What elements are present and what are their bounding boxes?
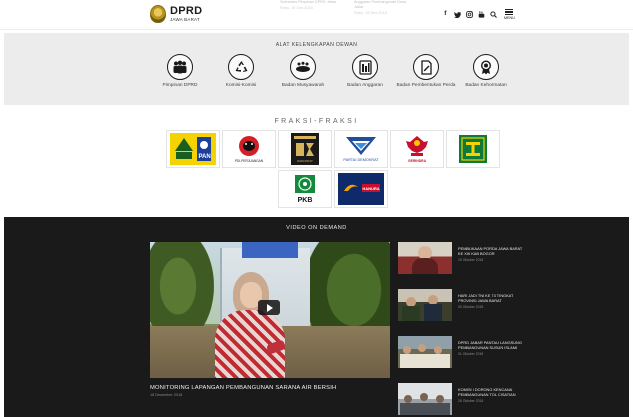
akd-label: Badan Anggaran xyxy=(347,83,383,88)
party-nasdem-hanura[interactable]: HANURA xyxy=(334,170,388,208)
video-thumbnail[interactable] xyxy=(398,242,452,274)
demokrat-logo: DEMOKRAT xyxy=(282,133,328,165)
video-list-title[interactable]: DPRD JABAR PANTAU LANGSUNG PEMBANGUNAN S… xyxy=(458,340,524,350)
video-list-date: 15 Oktober 2018 xyxy=(458,258,484,262)
demokrat-label: DEMOKRAT xyxy=(297,159,313,163)
akd-item-anggaran[interactable]: Badan Anggaran xyxy=(335,54,395,88)
header-actions: f MENU xyxy=(442,9,515,20)
party-gerindra[interactable]: GERINDRA xyxy=(390,130,444,168)
ticker-title: Anggaran Pembangunan Desa Jabar xyxy=(354,0,407,9)
akd-item-komisi[interactable]: Komisi-Komisi xyxy=(211,54,271,88)
akd-item-kehormatan[interactable]: Badan Kehormatan xyxy=(456,54,516,88)
budget-icon xyxy=(352,54,378,80)
video-list-date: 05 Oktober 2018 xyxy=(458,305,484,309)
video-list-text: PEMBUKAAN PORDA JAWA BARAT KE XIII KAB B… xyxy=(458,246,524,262)
logo-title: DPRD xyxy=(170,4,203,17)
video-list-item[interactable]: HARI JADI TNI KE 73 TINGKAT PROVINSI JAW… xyxy=(398,289,528,321)
ticker-item[interactable]: Sekretaris Pimpinan DPRD Jabar Rabu, 19 … xyxy=(280,0,342,28)
akd-item-musyawarah[interactable]: Badan Musyawarah xyxy=(273,54,333,88)
main-video-caption: MONITORING LAPANGAN PEMBANGUNAN SARANA A… xyxy=(150,385,400,397)
search-icon[interactable] xyxy=(490,11,497,18)
facebook-icon[interactable]: f xyxy=(442,11,449,18)
pkb-logo: PKB xyxy=(282,173,328,205)
gerindra-logo: GERINDRA xyxy=(394,133,440,165)
logo-text: DPRD JAWA BARAT xyxy=(170,4,203,23)
video-list-item[interactable]: PEMBUKAAN PORDA JAWA BARAT KE XIII KAB B… xyxy=(398,242,528,274)
ppp-logo xyxy=(450,133,496,165)
main-video-title[interactable]: MONITORING LAPANGAN PEMBANGUNAN SARANA A… xyxy=(150,385,400,391)
logo-subtitle: JAWA BARAT xyxy=(170,16,200,22)
recycle-icon xyxy=(228,54,254,80)
group-icon xyxy=(167,54,193,80)
party-partai-demokrat[interactable]: PARTAI DEMOKRAT xyxy=(334,130,388,168)
emblem-icon xyxy=(150,5,166,23)
ticker-title: Sekretaris Pimpinan DPRD Jabar xyxy=(280,0,337,4)
pkb-label: PKB xyxy=(298,197,313,204)
svg-text:PAN: PAN xyxy=(199,154,211,160)
nasdem-label: HANURA xyxy=(362,186,379,191)
menu-button[interactable]: MENU xyxy=(504,9,515,20)
menu-label: MENU xyxy=(503,16,515,20)
video-thumbnail[interactable] xyxy=(398,336,452,368)
akd-item-perda[interactable]: Badan Pembentukan Perda xyxy=(396,54,456,88)
party-pdip[interactable]: PDI-PERJUANGAN xyxy=(222,130,276,168)
video-list-date: 01 Oktober 2018 xyxy=(458,352,484,356)
video-subject xyxy=(215,272,287,378)
hamburger-icon xyxy=(505,9,514,15)
site-header: DPRD JAWA BARAT Sekretaris Pimpinan DPRD… xyxy=(0,0,633,30)
golkar-pan-logo: PAN xyxy=(170,133,216,165)
video-list-item[interactable]: KOMISI I DORONG KENCANA PEMBANGUNAN TOL … xyxy=(398,383,528,415)
news-ticker: Sekretaris Pimpinan DPRD Jabar Rabu, 19 … xyxy=(280,0,430,28)
partai-demokrat-logo: PARTAI DEMOKRAT xyxy=(338,133,384,165)
pdip-logo: PDI-PERJUANGAN xyxy=(226,133,272,165)
nasdem-hanura-logo: HANURA xyxy=(338,173,384,205)
video-list-item[interactable]: DPRD JABAR PANTAU LANGSUNG PEMBANGUNAN S… xyxy=(398,336,528,368)
partai-demokrat-label: PARTAI DEMOKRAT xyxy=(343,158,379,162)
ticker-item[interactable]: Anggaran Pembangunan Desa Jabar Rabu, 19… xyxy=(354,0,416,28)
akd-title: ALAT KELENGKAPAN DEWAN xyxy=(275,42,358,48)
akd-label: Pimpinan DPRD xyxy=(162,83,198,88)
medal-icon xyxy=(473,54,499,80)
akd-item-pimpinan[interactable]: Pimpinan DPRD xyxy=(150,54,210,88)
party-demokrat-hanura[interactable]: DEMOKRAT xyxy=(278,130,332,168)
meeting-icon xyxy=(290,54,316,80)
akd-label: Badan Pembentukan Perda xyxy=(396,83,456,88)
video-thumbnail[interactable] xyxy=(398,289,452,321)
video-list-date: 26 Oktober 2018 xyxy=(458,399,484,403)
akd-label: Badan Musyawarah xyxy=(281,83,325,88)
twitter-icon[interactable] xyxy=(453,11,461,18)
party-ppp[interactable] xyxy=(446,130,500,168)
main-video-date: 18 Desember 2018 xyxy=(150,393,183,397)
site-logo[interactable]: DPRD JAWA BARAT xyxy=(150,5,202,23)
video-list-title[interactable]: PEMBUKAAN PORDA JAWA BARAT KE XIII KAB B… xyxy=(458,246,524,256)
ticker-date: Rabu, 19 Des 2018 xyxy=(354,11,387,15)
gerindra-label: GERINDRA xyxy=(408,159,427,163)
video-list-text: HARI JADI TNI KE 73 TINGKAT PROVINSI JAW… xyxy=(458,293,524,309)
video-list-text: KOMISI I DORONG KENCANA PEMBANGUNAN TOL … xyxy=(458,387,524,403)
ticker-date: Rabu, 19 Des 2018 xyxy=(280,6,313,10)
akd-section: ALAT KELENGKAPAN DEWAN Pimpinan DPRD Kom… xyxy=(4,33,629,105)
pdip-label: PDI-PERJUANGAN xyxy=(235,159,264,163)
main-video-player[interactable] xyxy=(150,242,390,378)
document-icon xyxy=(413,54,439,80)
akd-list: Pimpinan DPRD Komisi-Komisi Badan Musyaw… xyxy=(4,54,629,104)
video-list-title[interactable]: KOMISI I DORONG KENCANA PEMBANGUNAN TOL … xyxy=(458,387,524,397)
akd-label: Komisi-Komisi xyxy=(225,83,257,88)
page: DPRD JAWA BARAT Sekretaris Pimpinan DPRD… xyxy=(0,0,633,417)
youtube-icon[interactable] xyxy=(478,11,485,18)
video-thumbnail[interactable] xyxy=(398,383,452,415)
party-golkar-pan[interactable]: PAN xyxy=(166,130,220,168)
video-list-title[interactable]: HARI JADI TNI KE 73 TINGKAT PROVINSI JAW… xyxy=(458,293,524,303)
party-pkb[interactable]: PKB xyxy=(278,170,332,208)
video-section-title: VIDEO ON DEMAND xyxy=(286,225,347,231)
video-section: VIDEO ON DEMAND MONITORING LAPANGAN PEMB… xyxy=(4,217,629,417)
play-icon[interactable] xyxy=(258,300,280,315)
fraksi-title: FRAKSI-FRAKSI xyxy=(274,118,359,125)
instagram-icon[interactable] xyxy=(465,11,473,18)
akd-label: Badan Kehormatan xyxy=(465,83,507,88)
video-list-text: DPRD JABAR PANTAU LANGSUNG PEMBANGUNAN S… xyxy=(458,340,524,356)
